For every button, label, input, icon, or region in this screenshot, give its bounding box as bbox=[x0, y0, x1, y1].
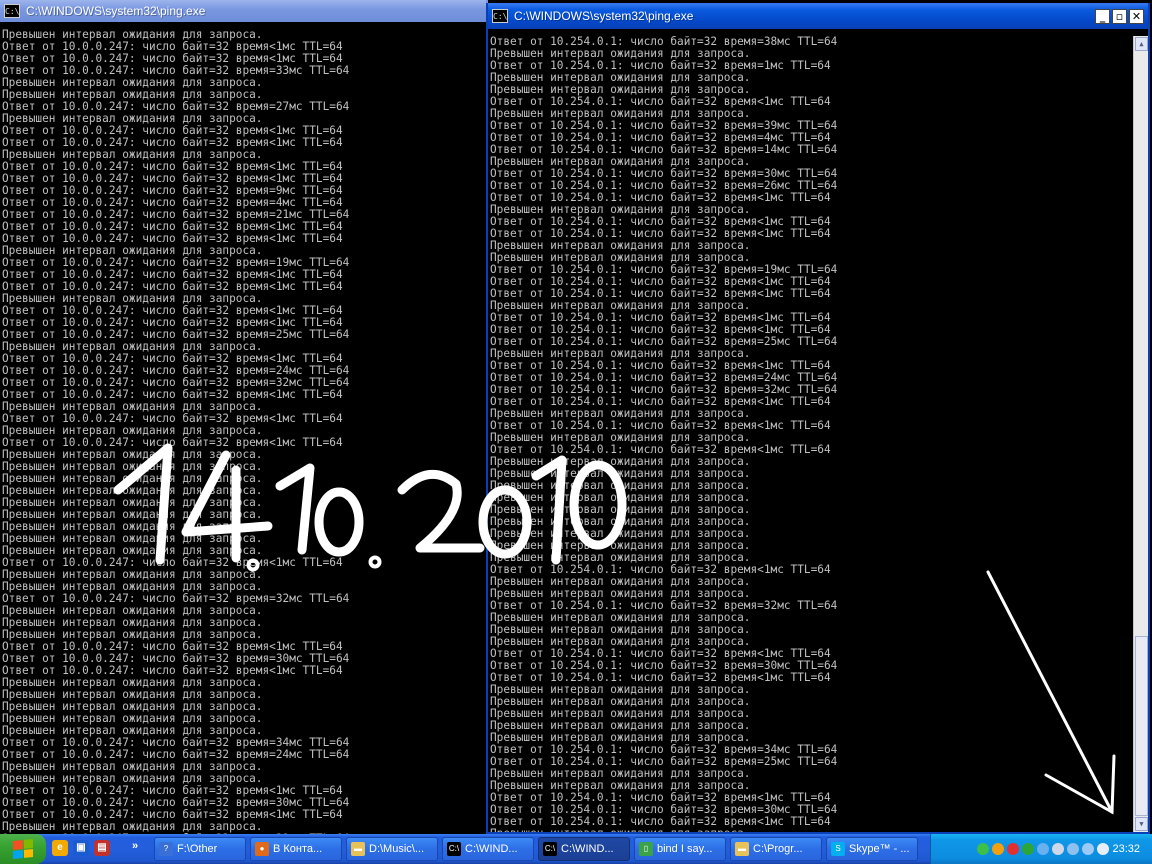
antivirus-icon[interactable] bbox=[1022, 843, 1034, 855]
title-bar[interactable]: C:\ C:\WINDOWS\system32\ping.exe _ ▫ ✕ bbox=[488, 3, 1148, 29]
taskbar-button[interactable]: S Skype™ - ... bbox=[826, 837, 918, 861]
taskbar-button[interactable]: ▯ bind I say... bbox=[634, 837, 726, 861]
vertical-scrollbar[interactable]: ▲ ▼ bbox=[1133, 36, 1148, 832]
window-title: C:\WINDOWS\system32\ping.exe bbox=[26, 4, 206, 18]
taskbar-button-label: В Конта... bbox=[273, 843, 323, 855]
taskbar-button-label: Skype™ - ... bbox=[849, 843, 910, 855]
firefox-icon: ● bbox=[255, 842, 269, 856]
taskbar-button[interactable]: ▬ D:\Music\... bbox=[346, 837, 438, 861]
tray-icons bbox=[977, 843, 1109, 855]
shield-icon[interactable] bbox=[977, 843, 989, 855]
taskbar-button[interactable]: C:\ C:\WIND... bbox=[442, 837, 534, 861]
help-icon: ? bbox=[159, 842, 173, 856]
folder-icon: ▬ bbox=[351, 842, 365, 856]
media-icon[interactable] bbox=[992, 843, 1004, 855]
taskbar-button[interactable]: C:\ C:\WIND... bbox=[538, 837, 630, 861]
taskbar-button-label: D:\Music\... bbox=[369, 843, 425, 855]
clock[interactable]: 23:32 bbox=[1112, 843, 1140, 855]
program-icon[interactable]: ▤ bbox=[94, 840, 110, 856]
scroll-up-button[interactable]: ▲ bbox=[1135, 37, 1148, 51]
update-icon[interactable] bbox=[1007, 843, 1019, 855]
window-title: C:\WINDOWS\system32\ping.exe bbox=[514, 9, 694, 23]
minimize-button[interactable]: _ bbox=[1095, 8, 1110, 24]
start-button[interactable] bbox=[0, 834, 46, 864]
display-icon[interactable] bbox=[1067, 843, 1079, 855]
console-output: Ответ от 10.254.0.1: число байт=32 время… bbox=[490, 36, 837, 833]
taskbar-button-label: C:\WIND... bbox=[561, 843, 614, 855]
taskbar-button[interactable]: ▬ C:\Progr... bbox=[730, 837, 822, 861]
title-bar[interactable]: C:\ C:\WINDOWS\system32\ping.exe bbox=[0, 0, 486, 22]
taskbar-button-label: C:\Progr... bbox=[753, 843, 803, 855]
windows-logo-icon bbox=[13, 838, 33, 860]
lan-icon[interactable] bbox=[1082, 843, 1094, 855]
system-tray: 23:32 bbox=[930, 834, 1152, 864]
maximize-button[interactable]: ▫ bbox=[1112, 8, 1127, 24]
close-button[interactable]: ✕ bbox=[1129, 8, 1144, 24]
console-icon: C:\ bbox=[447, 842, 461, 856]
volume-icon[interactable] bbox=[1097, 843, 1109, 855]
document-icon: ▯ bbox=[639, 842, 653, 856]
taskbar: e ▣ ▤ » ? F:\Other ● В Конта... ▬ D:\Music\... C… bbox=[0, 834, 1152, 864]
usb-icon[interactable] bbox=[1052, 843, 1064, 855]
console-icon: C:\ bbox=[492, 9, 508, 23]
folder-icon: ▬ bbox=[735, 842, 749, 856]
taskbar-button-label: bind I say... bbox=[657, 843, 713, 855]
network-icon[interactable] bbox=[1037, 843, 1049, 855]
messenger-icon[interactable]: ▣ bbox=[73, 840, 89, 856]
taskbar-button-label: C:\WIND... bbox=[465, 843, 518, 855]
taskbar-button[interactable]: ? F:\Other bbox=[154, 837, 246, 861]
taskbar-button[interactable]: ● В Конта... bbox=[250, 837, 342, 861]
taskbar-button-label: F:\Other bbox=[177, 843, 218, 855]
console-window-right[interactable]: C:\ C:\WINDOWS\system32\ping.exe _ ▫ ✕ О… bbox=[486, 3, 1150, 834]
quick-launch-bar: e ▣ ▤ bbox=[52, 840, 110, 856]
console-icon: C:\ bbox=[4, 4, 20, 18]
ie-icon[interactable]: e bbox=[52, 840, 68, 856]
scroll-down-button[interactable]: ▼ bbox=[1135, 817, 1148, 831]
console-icon: C:\ bbox=[543, 842, 557, 856]
console-window-left[interactable]: C:\ C:\WINDOWS\system32\ping.exe Превыше… bbox=[0, 0, 488, 834]
chevron-right-icon[interactable]: » bbox=[132, 840, 138, 852]
skype-icon: S bbox=[831, 842, 845, 856]
scroll-thumb[interactable] bbox=[1135, 636, 1148, 816]
console-output: Превышен интервал ожидания для запроса. О… bbox=[2, 29, 349, 835]
